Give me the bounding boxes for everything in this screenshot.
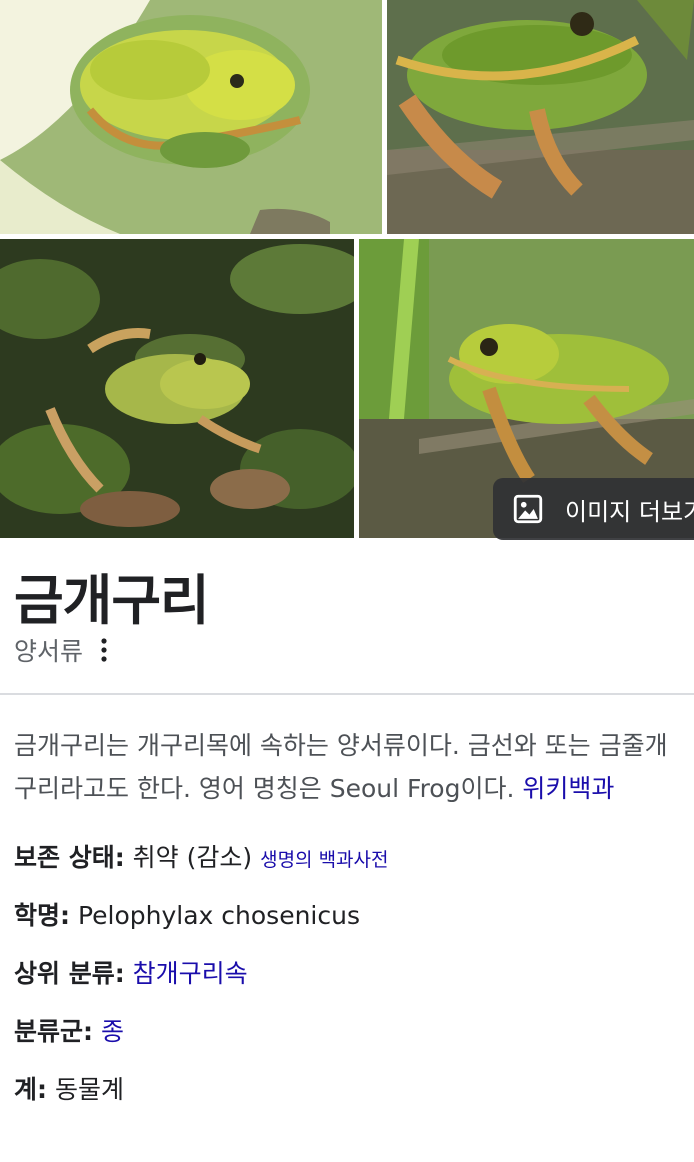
frog-image-3[interactable] [0, 239, 354, 538]
facts-list: 보존 상태: 취약 (감소) 생명의 백과사전 학명: Pelophylax c… [14, 838, 684, 1128]
fact-label: 보존 상태 [14, 843, 115, 872]
fact-rank: 분류군: 종 [14, 1017, 124, 1046]
fact-link[interactable]: 종 [101, 1017, 124, 1046]
fact-source-link[interactable]: 생명의 백과사전 [260, 849, 388, 871]
fact-label: 계 [14, 1075, 38, 1104]
fact-parent-taxon: 상위 분류: 참개구리속 [14, 959, 248, 988]
fact-conservation-status: 보존 상태: 취약 (감소) 생명의 백과사전 [14, 843, 389, 872]
section-divider [0, 693, 694, 695]
frog-image-2[interactable] [387, 0, 694, 234]
fact-value: Pelophylax chosenicus [77, 901, 360, 930]
fact-value: 취약 (감소) [132, 843, 253, 872]
fact-label: 학명 [14, 901, 61, 930]
fact-scientific-name: 학명: Pelophylax chosenicus [14, 901, 360, 930]
entity-title: 금개구리 [14, 569, 210, 632]
more-images-label: 이미지 더보기 [565, 497, 694, 526]
more-images-button[interactable]: 이미지 더보기 [493, 478, 694, 540]
more-vert-icon[interactable] [97, 637, 111, 663]
image-icon [513, 494, 543, 524]
description: 금개구리는 개구리목에 속하는 양서류이다. 금선와 또는 금줄개구리라고도 한… [14, 724, 684, 810]
entity-subtitle-row: 양서류 [14, 632, 111, 668]
fact-label: 분류군 [14, 1017, 84, 1046]
fact-value: 동물계 [54, 1075, 124, 1104]
fact-kingdom: 계: 동물계 [14, 1075, 124, 1104]
entity-subtitle: 양서류 [14, 637, 84, 666]
image-gallery: 이미지 더보기 [0, 0, 694, 540]
wikipedia-link[interactable]: 위키백과 [522, 774, 614, 803]
frog-image-1[interactable] [0, 0, 382, 234]
fact-label: 상위 분류 [14, 959, 115, 988]
fact-link[interactable]: 참개구리속 [133, 959, 248, 988]
